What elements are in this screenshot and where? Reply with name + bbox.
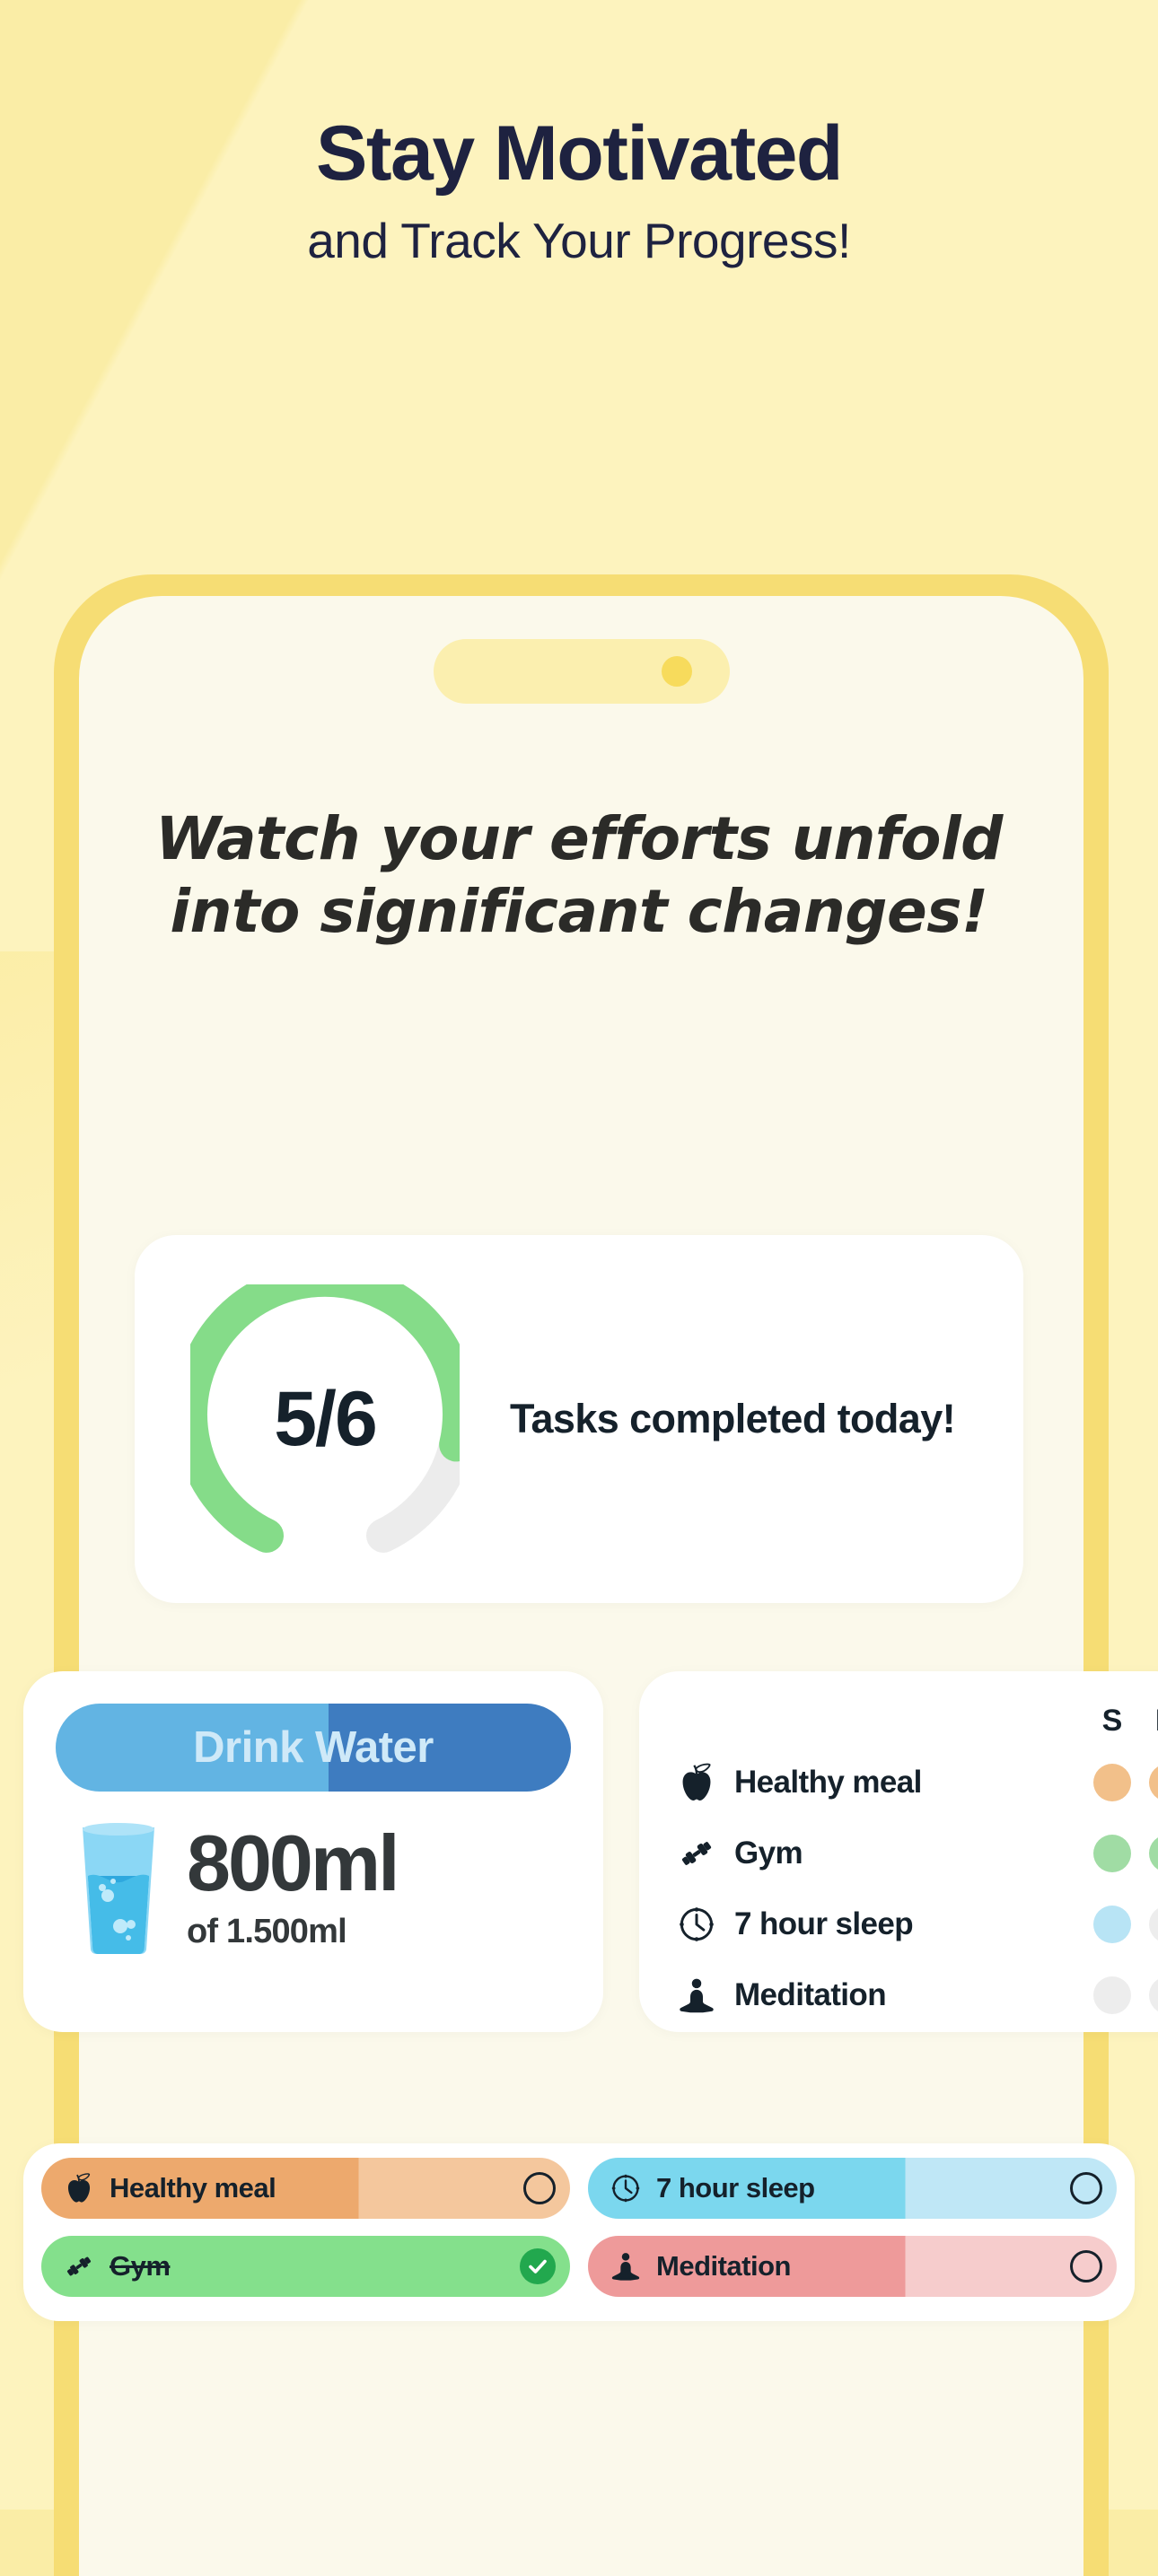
drink-water-card[interactable]: Drink Water 800ml of 1.500ml (23, 1671, 603, 2032)
habit-dot-cell[interactable] (1140, 1834, 1158, 1872)
gauge-value-label: 5/6 (274, 1375, 378, 1462)
drink-water-progress-pill[interactable]: Drink Water (56, 1704, 571, 1792)
screen-headline: Watch your efforts unfold into significa… (155, 804, 1003, 946)
habit-label: Meditation (734, 1976, 887, 2012)
page-title: Stay Motivated (316, 110, 843, 197)
task-chip-gym[interactable]: Gym (41, 2236, 570, 2297)
habit-status-dot (1149, 1905, 1158, 1943)
check-icon (529, 2259, 547, 2274)
habits-header-row: S M (673, 1695, 1158, 1747)
habit-dot-cell[interactable] (1140, 1905, 1158, 1943)
water-numbers: 800ml of 1.500ml (187, 1818, 400, 1950)
habit-status-dot (1093, 1905, 1131, 1943)
habit-label: Gym (734, 1835, 803, 1871)
page-subtitle: and Track Your Progress! (307, 213, 851, 268)
habit-row[interactable]: 7 hour sleep (673, 1888, 1158, 1959)
task-label: Gym (110, 2250, 171, 2282)
habit-row[interactable]: Meditation (673, 1959, 1158, 2030)
clock-icon (608, 2173, 644, 2204)
apple-icon (61, 2173, 97, 2204)
dumbbell-icon (61, 2251, 97, 2282)
meditation-icon (608, 2251, 644, 2282)
habit-row[interactable]: Healthy meal (673, 1747, 1158, 1818)
task-checkbox-empty[interactable] (1070, 2172, 1102, 2204)
headline-block: Stay Motivated and Track Your Progress! (0, 115, 1158, 269)
dumbbell-icon (673, 1835, 720, 1872)
tasks-progress-gauge: 5/6 (190, 1284, 460, 1554)
meditation-icon (673, 1976, 720, 2014)
habit-label: Healthy meal (734, 1764, 922, 1800)
water-amount: 800ml (187, 1818, 400, 1908)
apple-icon (673, 1763, 720, 1802)
clock-icon (673, 1906, 720, 1943)
today-tasks-card: Healthy meal 7 hour sleep Gym Meditation (23, 2143, 1135, 2321)
task-chip-7-hour-sleep[interactable]: 7 hour sleep (588, 2158, 1117, 2219)
task-checkbox-empty[interactable] (1070, 2250, 1102, 2282)
habit-status-dot (1093, 1834, 1131, 1872)
task-chip-meditation[interactable]: Meditation (588, 2236, 1117, 2297)
habit-status-dot (1093, 1763, 1131, 1801)
task-label: Meditation (656, 2250, 792, 2282)
habit-day-column-m: M (1140, 1704, 1158, 1739)
drink-water-label: Drink Water (193, 1723, 434, 1772)
habit-dot-cell[interactable] (1084, 1976, 1140, 2014)
habit-label: 7 hour sleep (734, 1906, 914, 1941)
habit-day-column-s: S (1101, 1703, 1123, 1738)
habit-row[interactable]: Gym (673, 1818, 1158, 1888)
habit-status-dot (1093, 1976, 1131, 2014)
water-body: 800ml of 1.500ml (56, 1820, 571, 1957)
habit-dot-cell[interactable] (1140, 1976, 1158, 2014)
task-label: Healthy meal (110, 2172, 276, 2204)
phone-notch (433, 639, 730, 704)
task-label: 7 hour sleep (656, 2172, 815, 2204)
habit-dot-cell[interactable] (1084, 1763, 1140, 1801)
water-glass-icon (83, 1823, 154, 1955)
task-checkbox-checked[interactable] (520, 2248, 556, 2284)
habit-status-dot (1149, 1834, 1158, 1872)
water-goal: of 1.500ml (187, 1912, 347, 1950)
progress-caption: Tasks completed today! (509, 1395, 956, 1441)
task-checkbox-empty[interactable] (523, 2172, 556, 2204)
habit-dot-cell[interactable] (1140, 1763, 1158, 1801)
habit-status-dot (1149, 1976, 1158, 2014)
progress-card: 5/6 Tasks completed today! (135, 1235, 1023, 1603)
front-camera-icon (661, 656, 692, 687)
habit-dot-cell[interactable] (1084, 1905, 1140, 1943)
habit-dot-cell[interactable] (1084, 1834, 1140, 1872)
weekly-habits-card: S M Healthy meal (639, 1671, 1158, 2032)
habit-status-dot (1149, 1763, 1158, 1801)
task-chip-healthy-meal[interactable]: Healthy meal (41, 2158, 570, 2219)
